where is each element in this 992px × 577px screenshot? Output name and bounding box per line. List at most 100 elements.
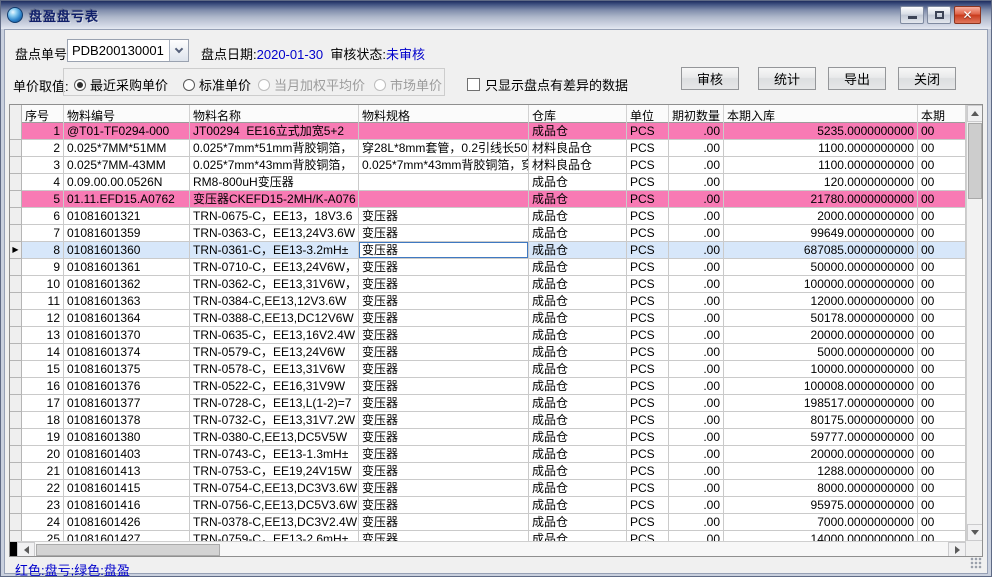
cell-seq[interactable]: 14 bbox=[22, 344, 64, 361]
cell-unit[interactable]: PCS bbox=[627, 531, 669, 541]
cell-name[interactable]: TRN-0754-C,EE13,DC3V3.6W bbox=[190, 480, 359, 497]
cell-wh[interactable]: 成品仓 bbox=[529, 412, 627, 429]
cell-open[interactable]: .00 bbox=[669, 446, 724, 463]
cell-wh[interactable]: 成品仓 bbox=[529, 310, 627, 327]
cell-code[interactable]: 01081601427 bbox=[64, 531, 190, 541]
cell-spec[interactable] bbox=[359, 123, 529, 140]
cell-name[interactable]: TRN-0579-C，EE13,24V6W bbox=[190, 344, 359, 361]
maximize-button[interactable] bbox=[927, 6, 951, 24]
cell-seq[interactable]: 11 bbox=[22, 293, 64, 310]
grid-splitter[interactable] bbox=[10, 542, 17, 557]
cell-inqty[interactable]: 50178.0000000000 bbox=[724, 310, 918, 327]
header-seq[interactable]: 序号 bbox=[22, 105, 64, 123]
cell-spec[interactable]: 变压器 bbox=[359, 395, 529, 412]
radio-circle-icon[interactable] bbox=[183, 79, 195, 91]
cell-code[interactable]: 01081601370 bbox=[64, 327, 190, 344]
scroll-up-button[interactable] bbox=[967, 105, 983, 122]
row-indicator[interactable] bbox=[10, 140, 22, 157]
cell-spec[interactable]: 变压器 bbox=[359, 412, 529, 429]
cell-spec[interactable]: 变压器 bbox=[359, 361, 529, 378]
row-indicator[interactable] bbox=[10, 259, 22, 276]
cell-next[interactable]: 00 bbox=[918, 514, 966, 531]
cell-wh[interactable]: 成品仓 bbox=[529, 395, 627, 412]
cell-next[interactable]: 00 bbox=[918, 293, 966, 310]
cell-inqty[interactable]: 198517.0000000000 bbox=[724, 395, 918, 412]
cell-code[interactable]: 01081601403 bbox=[64, 446, 190, 463]
radio-2[interactable]: 标准单价 bbox=[183, 75, 251, 94]
cell-wh[interactable]: 成品仓 bbox=[529, 276, 627, 293]
cell-code[interactable]: 0.025*7MM*51MM bbox=[64, 140, 190, 157]
cell-inqty[interactable]: 100008.0000000000 bbox=[724, 378, 918, 395]
cell-next[interactable]: 00 bbox=[918, 497, 966, 514]
cell-seq[interactable]: 24 bbox=[22, 514, 64, 531]
cell-name[interactable]: TRN-0361-C，EE13-3.2mH± bbox=[190, 242, 359, 259]
table-row[interactable]: 1501081601375TRN-0578-C，EE13,31V6W变压器成品仓… bbox=[10, 361, 966, 378]
cell-unit[interactable]: PCS bbox=[627, 140, 669, 157]
cell-unit[interactable]: PCS bbox=[627, 395, 669, 412]
cell-seq[interactable]: 20 bbox=[22, 446, 64, 463]
cell-next[interactable]: 00 bbox=[918, 157, 966, 174]
row-indicator[interactable] bbox=[10, 497, 22, 514]
row-indicator[interactable] bbox=[10, 327, 22, 344]
table-row[interactable]: 40.09.00.00.0526NRM8-800uH变压器成品仓PCS.0012… bbox=[10, 174, 966, 191]
cell-open[interactable]: .00 bbox=[669, 242, 724, 259]
checkbox-icon[interactable] bbox=[467, 78, 480, 91]
cell-seq[interactable]: 22 bbox=[22, 480, 64, 497]
scroll-left-button[interactable] bbox=[17, 542, 35, 557]
cell-seq[interactable]: 25 bbox=[22, 531, 64, 541]
cell-unit[interactable]: PCS bbox=[627, 259, 669, 276]
cell-wh[interactable]: 成品仓 bbox=[529, 225, 627, 242]
cell-inqty[interactable]: 80175.0000000000 bbox=[724, 412, 918, 429]
cell-open[interactable]: .00 bbox=[669, 514, 724, 531]
cell-code[interactable]: 01081601378 bbox=[64, 412, 190, 429]
cell-seq[interactable]: 3 bbox=[22, 157, 64, 174]
minimize-button[interactable] bbox=[900, 6, 924, 24]
cell-unit[interactable]: PCS bbox=[627, 123, 669, 140]
table-row[interactable]: 2201081601415TRN-0754-C,EE13,DC3V3.6W变压器… bbox=[10, 480, 966, 497]
cell-unit[interactable]: PCS bbox=[627, 361, 669, 378]
cell-spec[interactable]: 变压器 bbox=[359, 225, 529, 242]
cell-inqty[interactable]: 99649.0000000000 bbox=[724, 225, 918, 242]
cell-seq[interactable]: 13 bbox=[22, 327, 64, 344]
cell-open[interactable]: .00 bbox=[669, 225, 724, 242]
cell-next[interactable]: 00 bbox=[918, 140, 966, 157]
scroll-down-button[interactable] bbox=[967, 524, 983, 541]
cell-name[interactable]: TRN-0378-C,EE13,DC3V2.4W bbox=[190, 514, 359, 531]
cell-next[interactable]: 00 bbox=[918, 344, 966, 361]
cell-inqty[interactable]: 20000.0000000000 bbox=[724, 446, 918, 463]
table-row[interactable]: 30.025*7MM-43MM0.025*7mm*43mm背胶铜箔，0.025*… bbox=[10, 157, 966, 174]
cell-next[interactable]: 00 bbox=[918, 242, 966, 259]
cell-seq[interactable]: 18 bbox=[22, 412, 64, 429]
cell-seq[interactable]: 2 bbox=[22, 140, 64, 157]
cell-spec[interactable]: 0.025*7mm*43mm背胶铜箔，穿 bbox=[359, 157, 529, 174]
table-row[interactable]: 1101081601363TRN-0384-C,EE13,12V3.6W变压器成… bbox=[10, 293, 966, 310]
cell-inqty[interactable]: 1100.0000000000 bbox=[724, 140, 918, 157]
cell-code[interactable]: 01.11.EFD15.A0762 bbox=[64, 191, 190, 208]
table-row[interactable]: 1@T01-TF0294-000JT00294 EE16立式加宽5+2成品仓PC… bbox=[10, 123, 966, 140]
cell-seq[interactable]: 17 bbox=[22, 395, 64, 412]
cell-unit[interactable]: PCS bbox=[627, 446, 669, 463]
cell-open[interactable]: .00 bbox=[669, 344, 724, 361]
row-indicator[interactable] bbox=[10, 531, 22, 541]
cell-spec[interactable]: 变压器 bbox=[359, 531, 529, 541]
row-indicator[interactable]: ▶ bbox=[10, 242, 22, 259]
cell-name[interactable]: TRN-0756-C,EE13,DC5V3.6W bbox=[190, 497, 359, 514]
cell-next[interactable]: 00 bbox=[918, 531, 966, 541]
cell-open[interactable]: .00 bbox=[669, 327, 724, 344]
cell-spec[interactable]: 变压器 bbox=[359, 446, 529, 463]
cell-seq[interactable]: 10 bbox=[22, 276, 64, 293]
table-row[interactable]: 2101081601413TRN-0753-C，EE19,24V15W变压器成品… bbox=[10, 463, 966, 480]
table-row[interactable]: 2401081601426TRN-0378-C,EE13,DC3V2.4W变压器… bbox=[10, 514, 966, 531]
cell-open[interactable]: .00 bbox=[669, 395, 724, 412]
cell-wh[interactable]: 成品仓 bbox=[529, 429, 627, 446]
cell-spec[interactable] bbox=[359, 174, 529, 191]
row-indicator[interactable] bbox=[10, 395, 22, 412]
cell-name[interactable]: TRN-0743-C，EE13-1.3mH± bbox=[190, 446, 359, 463]
cell-name[interactable]: 0.025*7mm*51mm背胶铜箔， bbox=[190, 140, 359, 157]
cell-next[interactable]: 00 bbox=[918, 208, 966, 225]
cell-name[interactable]: TRN-0732-C，EE13,31V7.2W bbox=[190, 412, 359, 429]
button-导出[interactable]: 导出 bbox=[828, 67, 886, 90]
cell-name[interactable]: TRN-0728-C，EE13,L(1-2)=7 bbox=[190, 395, 359, 412]
cell-unit[interactable]: PCS bbox=[627, 378, 669, 395]
cell-inqty[interactable]: 8000.0000000000 bbox=[724, 480, 918, 497]
